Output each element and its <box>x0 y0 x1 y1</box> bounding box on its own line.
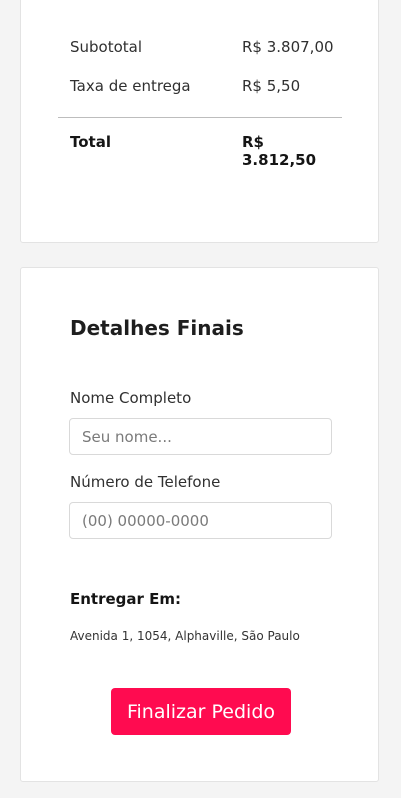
total-label: Total <box>70 133 111 151</box>
delivery-fee-label: Taxa de entrega <box>70 77 191 95</box>
full-name-label: Nome Completo <box>70 389 192 407</box>
full-name-input[interactable] <box>69 418 332 455</box>
total-value: R$ 3.812,50 <box>242 133 317 169</box>
summary-divider <box>58 117 342 118</box>
finish-order-button[interactable]: Finalizar Pedido <box>111 688 291 735</box>
delivery-fee-value: R$ 5,50 <box>242 77 301 95</box>
delivery-fee-row: Taxa de entrega R$ 5,50 <box>70 77 342 95</box>
subtotal-value: R$ 3.807,00 <box>242 38 334 56</box>
phone-number-label: Número de Telefone <box>70 473 221 491</box>
deliver-to-label: Entregar Em: <box>70 590 182 608</box>
delivery-address: Avenida 1, 1054, Alphaville, São Paulo <box>70 629 300 643</box>
order-summary-card: Subototal R$ 3.807,00 Taxa de entrega R$… <box>20 0 379 243</box>
subtotal-label: Subototal <box>70 38 143 56</box>
subtotal-row: Subototal R$ 3.807,00 <box>70 38 342 56</box>
total-row: Total R$ 3.812,50 <box>70 133 342 169</box>
details-title: Detalhes Finais <box>70 316 244 340</box>
final-details-card: Detalhes Finais Nome Completo Número de … <box>20 267 379 782</box>
phone-number-input[interactable] <box>69 502 332 539</box>
